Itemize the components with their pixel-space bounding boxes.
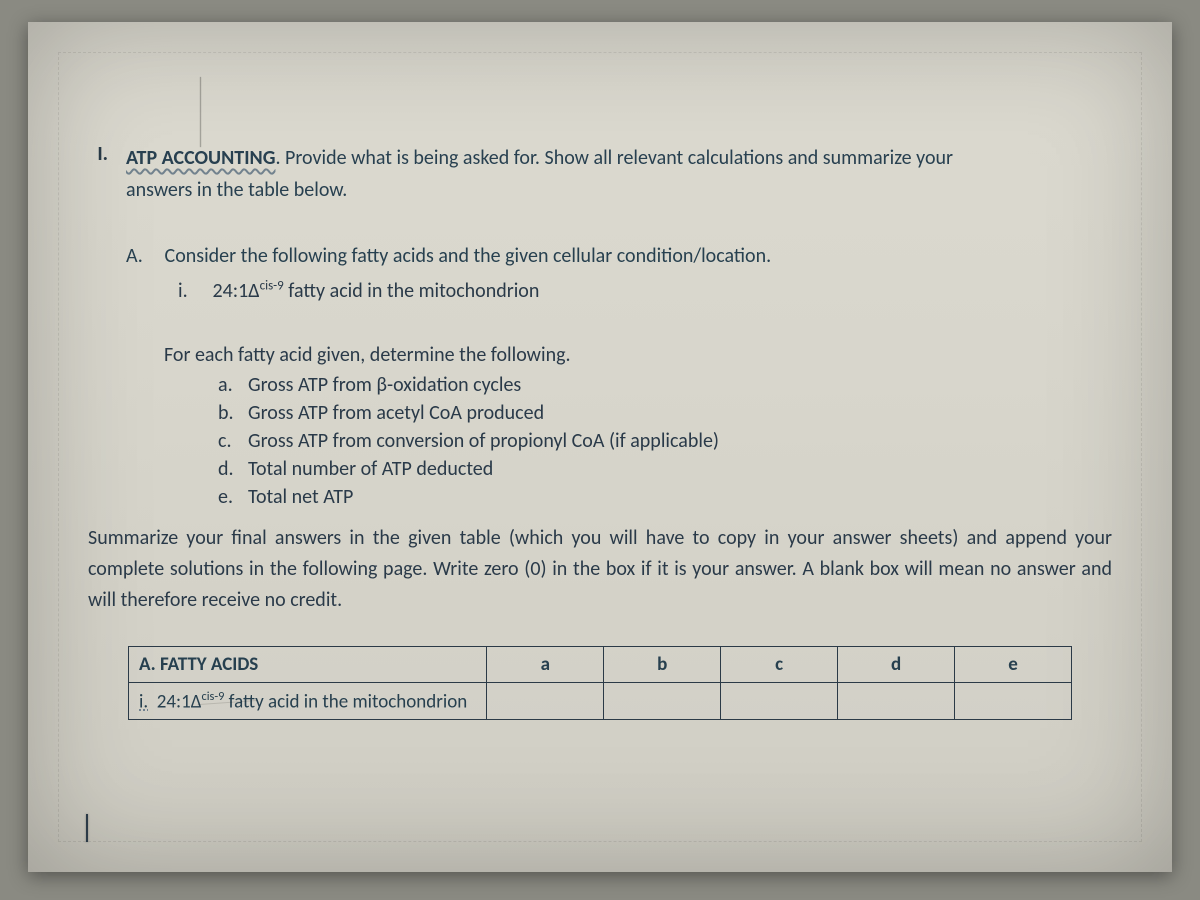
col-c: c — [721, 646, 838, 682]
heading-rest: . Provide what is being asked for. Show … — [275, 146, 953, 170]
heading-line2: answers in the table below. — [126, 178, 1132, 202]
item-b: b.Gross ATP from acetyl CoA produced — [218, 401, 1132, 425]
item-d: d.Total number of ATP deducted — [218, 457, 1132, 481]
text-a: Gross ATP from β-oxidation cycles — [248, 373, 521, 397]
fa-superscript: cis-9 — [260, 278, 284, 293]
heading-text: ATP ACCOUNTING. Provide what is being as… — [126, 142, 953, 174]
text-cursor — [86, 814, 88, 842]
col-a: a — [487, 646, 604, 682]
col-b: b — [604, 646, 721, 682]
section-I-heading: I. ATP ACCOUNTING. Provide what is being… — [68, 142, 1132, 174]
label-b: b. — [218, 401, 248, 425]
table-row: i. 24:1Δcis-9 fatty acid in the mitochon… — [129, 682, 1072, 719]
label-A: A. — [126, 244, 160, 268]
item-c: c.Gross ATP from conversion of propionyl… — [218, 429, 1132, 453]
col-e: e — [955, 646, 1072, 682]
foreach-intro: For each fatty acid given, determine the… — [164, 343, 1132, 367]
text-e: Total net ATP — [248, 485, 353, 509]
heading-underlined: ATP ACCOUNTING — [126, 142, 275, 174]
col-d: d — [838, 646, 955, 682]
item-a: a.Gross ATP from β-oxidation cycles — [218, 373, 1132, 397]
document-page: I. ATP ACCOUNTING. Provide what is being… — [28, 22, 1172, 872]
table-header-row: A. FATTY ACIDS a b c d e — [129, 646, 1072, 682]
fa-base: 24:1Δ — [213, 279, 260, 303]
label-A-i: i. — [178, 279, 208, 303]
row-i-label: i. 24:1Δcis-9 fatty acid in the mitochon… — [129, 682, 487, 719]
text-b: Gross ATP from acetyl CoA produced — [248, 401, 544, 425]
text-d: Total number of ATP deducted — [248, 457, 493, 481]
text-c: Gross ATP from conversion of propionyl C… — [248, 429, 719, 453]
row-i-marker: i. — [139, 690, 148, 713]
cell-b — [604, 682, 721, 719]
fa-tail: fatty acid in the mitochondrion — [284, 279, 540, 303]
cell-d — [838, 682, 955, 719]
answer-table: A. FATTY ACIDS a b c d e i. 24:1Δcis-9 f… — [128, 646, 1072, 720]
sub-items-list: a.Gross ATP from β-oxidation cycles b.Gr… — [218, 373, 1132, 509]
label-a: a. — [218, 373, 248, 397]
item-A-i: i. 24:1Δcis-9 fatty acid in the mitochon… — [178, 278, 1132, 303]
text-A: Consider the following fatty acids and t… — [165, 244, 772, 268]
label-e: e. — [218, 485, 248, 509]
cell-c — [721, 682, 838, 719]
header-fatty-acids: A. FATTY ACIDS — [129, 646, 487, 682]
label-c: c. — [218, 429, 248, 453]
fatty-acid-notation: 24:1Δcis-9 fatty acid in the mitochondri… — [213, 279, 540, 303]
cell-e — [955, 682, 1072, 719]
row-fa-base: 24:1Δ — [157, 690, 202, 713]
row-fa-tail: fatty acid in the mitochondrion — [224, 690, 467, 713]
item-e: e.Total net ATP — [218, 485, 1132, 509]
summary-paragraph: Summarize your final answers in the give… — [88, 523, 1112, 616]
item-A: A. Consider the following fatty acids an… — [126, 244, 1132, 268]
cell-a — [487, 682, 604, 719]
roman-numeral: I. — [68, 142, 108, 174]
label-d: d. — [218, 457, 248, 481]
